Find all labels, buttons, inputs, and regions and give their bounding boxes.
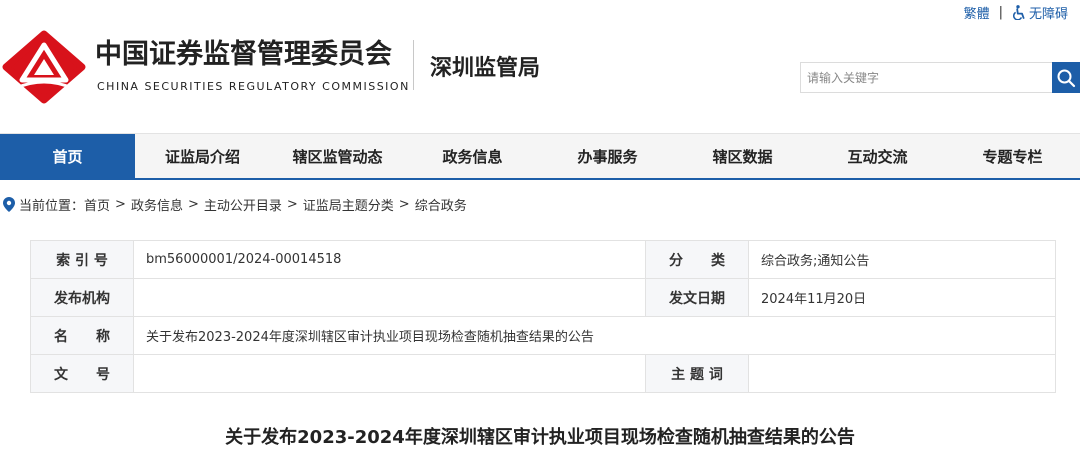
breadcrumb: 当前位置： 首页 > 政务信息 > 主动公开目录 > 证监局主题分类 > 综合政… <box>3 191 467 217</box>
name-label: 名 称 <box>30 316 134 355</box>
nav-item-data[interactable]: 辖区数据 <box>675 134 810 178</box>
breadcrumb-item-home[interactable]: 首页 <box>84 195 110 214</box>
search-box <box>800 62 1080 93</box>
breadcrumb-separator: > <box>115 196 126 212</box>
date-value: 2024年11月20日 <box>748 278 1056 317</box>
accessibility-link[interactable]: 无障碍 <box>1012 3 1068 22</box>
document-meta-table: 索 引 号 bm56000001/2024-00014518 分 类 综合政务;… <box>30 240 1056 393</box>
publisher-value <box>133 278 646 317</box>
search-button[interactable] <box>1052 62 1080 93</box>
date-label: 发文日期 <box>645 278 749 317</box>
accessibility-label: 无障碍 <box>1028 6 1068 22</box>
top-utility-links: 繁體 | 无障碍 <box>964 3 1068 22</box>
doc-no-label: 文 号 <box>30 354 134 393</box>
nav-item-regulatory-news[interactable]: 辖区监管动态 <box>270 134 405 178</box>
breadcrumb-item-current[interactable]: 综合政务 <box>415 195 467 214</box>
doc-no-value <box>133 354 646 393</box>
breadcrumb-separator: > <box>187 196 199 212</box>
org-name-cn: 中国证券监督管理委员会 <box>95 39 392 70</box>
breadcrumb-separator: > <box>286 196 298 212</box>
search-icon <box>1057 69 1076 87</box>
breadcrumb-item-topic-category[interactable]: 证监局主题分类 <box>303 195 394 214</box>
nav-item-services[interactable]: 办事服务 <box>540 134 675 178</box>
main-nav: 首页 证监局介绍 辖区监管动态 政务信息 办事服务 辖区数据 互动交流 专题专栏 <box>0 133 1080 180</box>
wheelchair-icon <box>1013 4 1025 20</box>
bureau-name: 深圳监管局 <box>430 56 541 81</box>
table-row: 文 号 主 题 词 <box>30 354 1056 393</box>
search-input[interactable] <box>800 62 1052 93</box>
table-row: 名 称 关于发布2023-2024年度深圳辖区审计执业项目现场检查随机抽查结果的… <box>30 316 1056 355</box>
nav-item-interaction[interactable]: 互动交流 <box>810 134 945 178</box>
keywords-label: 主 题 词 <box>645 354 749 393</box>
nav-item-government-info[interactable]: 政务信息 <box>405 134 540 178</box>
traditional-chinese-link[interactable]: 繁體 <box>964 3 990 22</box>
breadcrumb-separator: > <box>398 196 410 212</box>
header-divider <box>413 40 414 90</box>
breadcrumb-item-disclosure-catalog[interactable]: 主动公开目录 <box>204 195 282 214</box>
table-row: 索 引 号 bm56000001/2024-00014518 分 类 综合政务;… <box>30 240 1056 279</box>
breadcrumb-prefix: 当前位置： <box>19 198 85 214</box>
org-name-en: CHINA SECURITIES REGULATORY COMMISSION <box>97 80 410 93</box>
name-value: 关于发布2023-2024年度深圳辖区审计执业项目现场检查随机抽查结果的公告 <box>133 316 1056 355</box>
csrc-logo[interactable] <box>2 30 86 104</box>
nav-item-special-topics[interactable]: 专题专栏 <box>945 134 1080 178</box>
category-value: 综合政务;通知公告 <box>748 240 1056 279</box>
nav-item-about[interactable]: 证监局介绍 <box>135 134 270 178</box>
breadcrumb-item-government-info[interactable]: 政务信息 <box>131 195 183 214</box>
nav-item-home[interactable]: 首页 <box>0 134 135 178</box>
category-label: 分 类 <box>645 240 749 279</box>
keywords-value <box>748 354 1056 393</box>
location-pin-icon <box>3 196 15 212</box>
publisher-label: 发布机构 <box>30 278 134 317</box>
table-row: 发布机构 发文日期 2024年11月20日 <box>30 278 1056 317</box>
top-links-separator: | <box>998 4 1003 20</box>
article-title: 关于发布2023-2024年度深圳辖区审计执业项目现场检查随机抽查结果的公告 <box>225 427 855 448</box>
index-no-label: 索 引 号 <box>30 240 134 279</box>
index-no-value: bm56000001/2024-00014518 <box>133 240 646 279</box>
